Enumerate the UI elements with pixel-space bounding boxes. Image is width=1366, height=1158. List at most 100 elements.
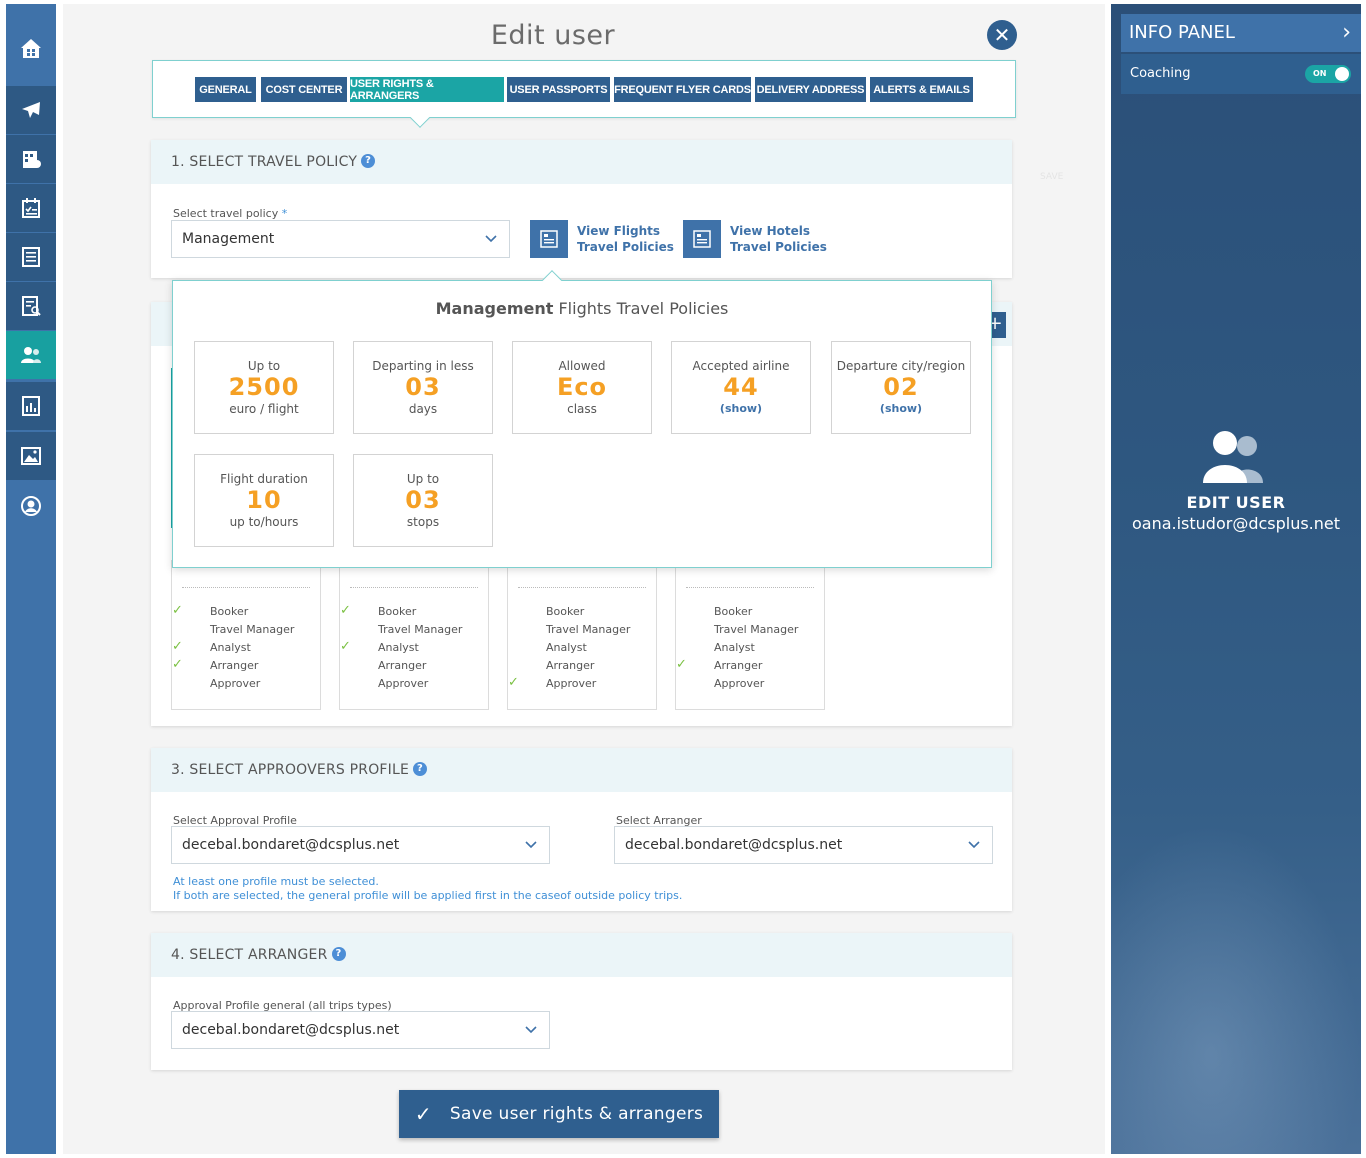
role-analyst: Analyst [210,641,251,654]
policy-box-value: 10 [246,486,282,514]
background-photo [1111,824,1361,1154]
section-header: 1. SELECT TRAVEL POLICY? [151,140,1012,184]
tab-alerts-emails[interactable]: ALERTS & EMAILS [870,77,973,102]
policy-box-bottom: class [567,402,597,416]
policy-box-bottom: days [408,402,438,416]
calendar-icon[interactable] [6,184,56,232]
check-icon: ✓ [508,675,519,690]
tab-user-passports[interactable]: USER PASSPORTS [507,77,610,102]
role-arranger: Arranger [546,659,595,672]
popup-title: Management Flights Travel Policies [173,299,991,318]
chevron-down-icon [968,841,980,849]
view-flights-line2: Travel Policies [577,240,674,254]
role-approver: Approver [378,677,429,690]
show-cities-link[interactable]: (show) [832,402,970,415]
popup-title-rest: Flights Travel Policies [553,299,729,318]
approval-general-value: decebal.bondaret@dcsplus.net [182,1022,400,1038]
role-box[interactable]: Booker Travel Manager Analyst ✓ Arranger … [675,560,825,710]
view-hotels-policies-link[interactable]: View Hotels Travel Policies [683,220,827,258]
role-analyst: Analyst [546,641,587,654]
edit-user-title: EDIT USER [1186,493,1286,512]
chevron-down-icon [525,841,537,849]
check-icon: ✓ [340,603,351,618]
role-travel-manager: Travel Manager [378,623,463,636]
policy-box-departure-city: Departure city/region 02 (show) [831,341,971,434]
users-icon [1203,431,1263,483]
role-travel-manager: Travel Manager [210,623,295,636]
tab-general[interactable]: GENERAL [195,77,256,102]
role-booker: Booker [210,605,249,618]
role-arranger: Arranger [210,659,259,672]
coaching-toggle[interactable]: ON [1305,65,1351,83]
role-box[interactable]: ✓ Booker Travel Manager ✓ Analyst ✓ Arrange… [171,560,321,710]
view-flights-policies-link[interactable]: View Flights Travel Policies [530,220,674,258]
help-icon[interactable]: ? [361,154,376,168]
save-user-rights-button[interactable]: ✓ Save user rights & arrangers [399,1090,719,1138]
hint-one-profile: At least one profile must be selected. [173,875,379,888]
policy-box-top: Departing in less [372,359,474,373]
role-booker: Booker [546,605,585,618]
role-box[interactable]: Booker Travel Manager Analyst Arranger ✓… [507,560,657,710]
tab-cost-center[interactable]: COST CENTER [261,77,347,102]
edit-user-main: Edit user ✕ GENERAL COST CENTER USER RIG… [63,4,1105,1154]
statistics-icon[interactable] [6,382,56,430]
show-airlines-link[interactable]: (show) [672,402,810,415]
policy-box-duration: Flight duration 10 up to/hours [194,454,334,547]
role-box[interactable]: ✓ Booker Travel Manager ✓ Analyst Arranger… [339,560,489,710]
arranger-value: decebal.bondaret@dcsplus.net [625,837,843,853]
account-icon[interactable] [6,482,56,530]
policy-box-top: Up to [247,359,281,373]
hotel-icon[interactable] [6,135,56,183]
travel-policy-label: Select travel policy * [173,207,287,220]
tab-delivery-address[interactable]: DELIVERY ADDRESS [755,77,866,102]
close-icon: ✕ [993,23,1011,47]
check-icon: ✓ [172,603,183,618]
gallery-icon[interactable] [6,432,56,480]
airplane-icon[interactable] [6,86,56,134]
travel-policy-select[interactable]: Management [171,220,510,258]
travel-policy-label-text: Select travel policy [173,207,279,220]
info-panel-header[interactable]: INFO PANEL › [1121,14,1361,52]
report-search-icon[interactable] [6,282,56,330]
popup-title-policy: Management [435,299,554,318]
hint-general-profile: If both are selected, the general profil… [173,889,683,902]
tab-user-rights-arrangers[interactable]: USER RIGHTS & ARRANGERS [350,77,504,102]
save-button-label: Save user rights & arrangers [449,1104,704,1124]
check-icon: ✓ [172,657,183,672]
check-icon: ✓ [340,639,351,654]
policy-box-max-price: Up to 2500 euro / flight [194,341,334,434]
coaching-label: Coaching [1130,66,1191,81]
tab-bar: GENERAL COST CENTER USER RIGHTS & ARRANG… [152,60,1016,128]
users-icon[interactable] [6,331,56,379]
tab-pointer [410,108,430,128]
role-booker: Booker [714,605,753,618]
toggle-label: ON [1313,69,1327,78]
home-icon[interactable] [6,20,56,78]
policy-box-class: Allowed Eco class [512,341,652,434]
approval-profile-select[interactable]: decebal.bondaret@dcsplus.net [171,826,550,864]
view-hotels-line2: Travel Policies [730,240,827,254]
document-icon[interactable] [6,233,56,281]
policy-box-top: Allowed [558,359,606,373]
chevron-down-icon [485,235,497,243]
side-navigation [6,4,56,1154]
page-title: Edit user [490,20,616,51]
arranger-select[interactable]: decebal.bondaret@dcsplus.net [614,826,993,864]
coaching-row: Coaching ON [1121,54,1361,94]
policy-document-icon [683,220,721,258]
policy-box-bottom: stops [406,515,440,529]
role-travel-manager: Travel Manager [714,623,799,636]
chevron-right-icon[interactable]: › [1342,14,1351,52]
section-arranger: 4. SELECT ARRANGER? Approval Profile gen… [151,933,1012,1070]
approval-general-select[interactable]: decebal.bondaret@dcsplus.net [171,1011,550,1049]
approval-profile-value: decebal.bondaret@dcsplus.net [182,837,400,853]
section-header: 3. SELECT APPROOVERS PROFILE? [151,748,1012,792]
policy-box-value: Eco [556,373,608,401]
role-analyst: Analyst [378,641,419,654]
help-icon[interactable]: ? [413,762,428,776]
policy-box-stops: Up to 03 stops [353,454,493,547]
policy-box-value: 03 [405,373,441,401]
close-button[interactable]: ✕ [987,20,1017,50]
tab-frequent-flyer-cards[interactable]: FREQUENT FLYER CARDS [614,77,751,102]
help-icon[interactable]: ? [331,947,346,961]
